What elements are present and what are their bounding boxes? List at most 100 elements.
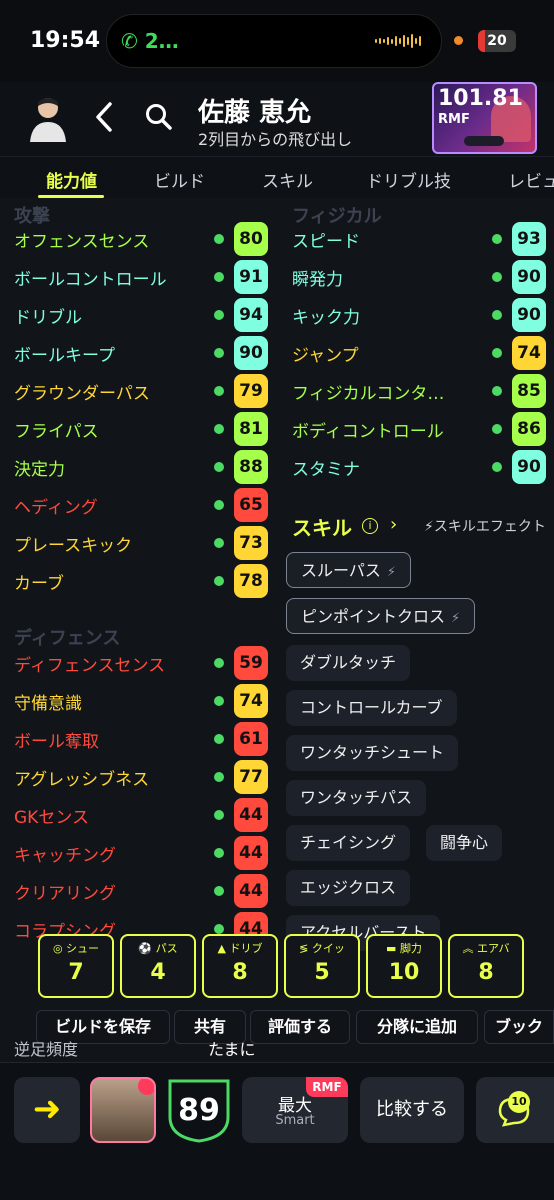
bolt-icon: ⚡ [424,519,434,535]
stat-row: フィジカルコンタ… 85 [292,372,546,408]
stat-row: ボールキープ 90 [14,334,268,370]
skill-effect-toggle[interactable]: ⚡スキルエフェクト [424,516,546,536]
stat-dot-icon [214,886,224,896]
bookmark-button[interactable]: ブック [484,1010,554,1044]
stat-value: 61 [234,722,268,756]
tab-build[interactable]: ビルド [154,167,205,192]
player-card[interactable]: 101.81 RMF [432,82,537,154]
skill-chip[interactable]: コントロールカーブ [286,690,457,726]
search-icon[interactable] [144,102,174,132]
chevron-right-icon[interactable]: › [390,514,397,535]
summary-card-name: ドリブ [229,942,263,955]
stat-dot-icon [214,386,224,396]
skill-chip[interactable]: ダブルタッチ [286,645,411,681]
battery-level: 20 [487,33,507,49]
summary-card[interactable]: ◎ シュー 7 [38,934,114,998]
stat-label: アグレッシブネス [14,770,150,790]
summary-card-label: ≶ クイッ [286,940,358,956]
stat-value: 74 [512,336,546,370]
skill-chip[interactable]: 闘争心 [426,825,503,861]
stat-row: キック力 90 [292,296,546,332]
lock-icon [138,1079,154,1095]
stat-dot-icon [214,734,224,744]
skill-effect-label: スキルエフェクト [433,519,546,535]
back-chevron-icon[interactable] [90,100,118,134]
add-to-squad-button[interactable]: 分隊に追加 [356,1010,478,1044]
tab-stats[interactable]: 能力値 [46,167,97,192]
skill-chip[interactable]: エッジクロス [286,870,411,906]
stat-dot-icon [214,696,224,706]
chat-button[interactable]: 10 [476,1077,554,1143]
stat-dot-icon [492,462,502,472]
stat-value: 88 [234,450,268,484]
skill-chip-label: チェイシング [300,833,397,852]
stat-label: 守備意識 [14,694,82,714]
player-playstyle: 2列目からの飛び出し [198,130,353,149]
tab-bar: 能力値 ビルド スキル ドリブル技 レビュ [0,156,554,198]
summary-card[interactable]: ≶ クイッ 5 [284,934,360,998]
rate-button[interactable]: 評価する [250,1010,350,1044]
dynamic-island[interactable]: ✆ 2… [106,14,442,68]
skill-chip[interactable]: ワンタッチパス [286,780,427,816]
phone-call-icon: ✆ 2… [121,29,179,53]
skill-chip-label: ピンポイントクロス [301,607,446,626]
stats-content[interactable]: 攻撃 フィジカル ディフェンス オフェンスセンス 80 ボールコントロール 91 ドリブ… [0,198,554,1062]
ball-icon: ⚽ [138,942,156,955]
stat-row: ヘディング 65 [14,486,268,522]
bolt-icon: ⚡ [386,565,396,580]
action-bar: ビルドを保存 共有 評価する 分隊に追加 ブック [0,1010,554,1046]
stat-row: 瞬発力 90 [292,258,546,294]
user-avatar-icon[interactable] [28,94,68,142]
summary-card[interactable]: ▬ 脚力 10 [366,934,442,998]
skill-chip[interactable]: ピンポイントクロス ⚡ [286,598,476,634]
summary-card-value: 8 [232,960,248,985]
call-indicator: 2… [144,29,179,53]
stat-dot-icon [492,272,502,282]
stat-row: ドリブル 94 [14,296,268,332]
stat-label: フライパス [14,422,99,442]
skill-chip[interactable]: チェイシング [286,825,411,861]
arrow-right-icon[interactable]: ➜ [14,1077,80,1143]
stat-value: 90 [512,260,546,294]
summary-card-name: 脚力 [399,942,422,955]
stat-value: 73 [234,526,268,560]
stat-value: 79 [234,374,268,408]
skill-chip-label: スルーパス [301,561,381,580]
stat-label: ボディコントロール [292,422,444,442]
compare-button[interactable]: 比較する [360,1077,464,1143]
summary-card[interactable]: ⚽ パス 4 [120,934,196,998]
stat-value: 78 [234,564,268,598]
stat-label: クリアリング [14,884,116,904]
card-rating: 101.81 [438,86,523,111]
overall-rating-value: 89 [178,1093,220,1128]
summary-card[interactable]: ▲ ドリブ 8 [202,934,278,998]
stat-value: 44 [234,836,268,870]
tab-dribble-moves[interactable]: ドリブル技 [366,167,451,192]
card-position: RMF [438,112,470,127]
skills-header: スキル i › ⚡スキルエフェクト [292,510,554,542]
stat-dot-icon [214,500,224,510]
stat-row: GKセンス 44 [14,796,268,832]
summary-card[interactable]: ︽ エアバ 8 [448,934,524,998]
tab-reviews[interactable]: レビュ [508,167,554,192]
info-icon[interactable]: i [362,518,378,534]
skill-chip[interactable]: スルーパス ⚡ [286,552,411,588]
card-badges-icon [464,136,504,146]
stat-dot-icon [492,348,502,358]
stat-dot-icon [214,810,224,820]
skill-chip[interactable]: ワンタッチシュート [286,735,459,771]
stat-row: キャッチング 44 [14,834,268,870]
tab-skills[interactable]: スキル [262,167,313,192]
max-level-button[interactable]: RMF 最大 Smart [242,1077,348,1143]
stat-label: 決定力 [14,460,65,480]
skill-chip-label: ワンタッチシュート [300,743,445,762]
player-thumbnail[interactable] [90,1077,156,1143]
battery-indicator: 20 [478,30,516,52]
stat-value: 81 [234,412,268,446]
stat-label: ジャンプ [292,346,359,366]
stat-value: 80 [234,222,268,256]
weak-foot-value: たまに [208,1040,256,1059]
stat-label: ボールコントロール [14,270,167,290]
stat-row: カーブ 78 [14,562,268,598]
status-bar: 19:54 ✆ 2… 20 [0,0,554,82]
